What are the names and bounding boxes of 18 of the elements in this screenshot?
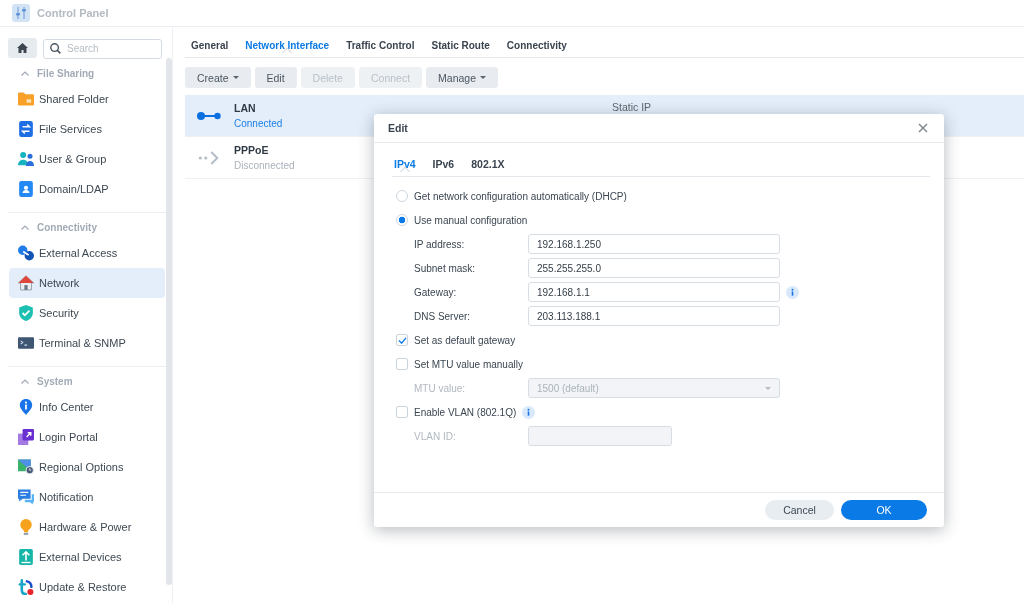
field-label: DNS Server: xyxy=(414,310,472,322)
field-label: VLAN ID: xyxy=(414,430,457,442)
dialog-title: Edit xyxy=(388,122,408,134)
interface-status: Disconnected xyxy=(234,159,295,172)
connection-type: Static IP xyxy=(612,101,652,113)
field-label: MTU value: xyxy=(414,382,467,394)
checkbox-label: Set as default gateway xyxy=(414,334,516,346)
field-label: Gateway: xyxy=(414,286,458,298)
checkbox-label: Set MTU value manually xyxy=(414,358,523,370)
field-label: Subnet mask: xyxy=(414,262,477,274)
interface-name: LAN xyxy=(234,101,256,114)
interface-name: PPPoE xyxy=(234,143,269,156)
field-label: IP address: xyxy=(414,238,466,250)
interface-status: Connected xyxy=(234,117,283,130)
radio-label: Use manual configuration xyxy=(414,214,528,226)
window-title: Control Panel xyxy=(37,7,109,19)
checkbox-label: Enable VLAN (802.1Q) xyxy=(414,406,517,418)
radio-label: Get network configuration automatically (DHCP) xyxy=(414,190,627,202)
